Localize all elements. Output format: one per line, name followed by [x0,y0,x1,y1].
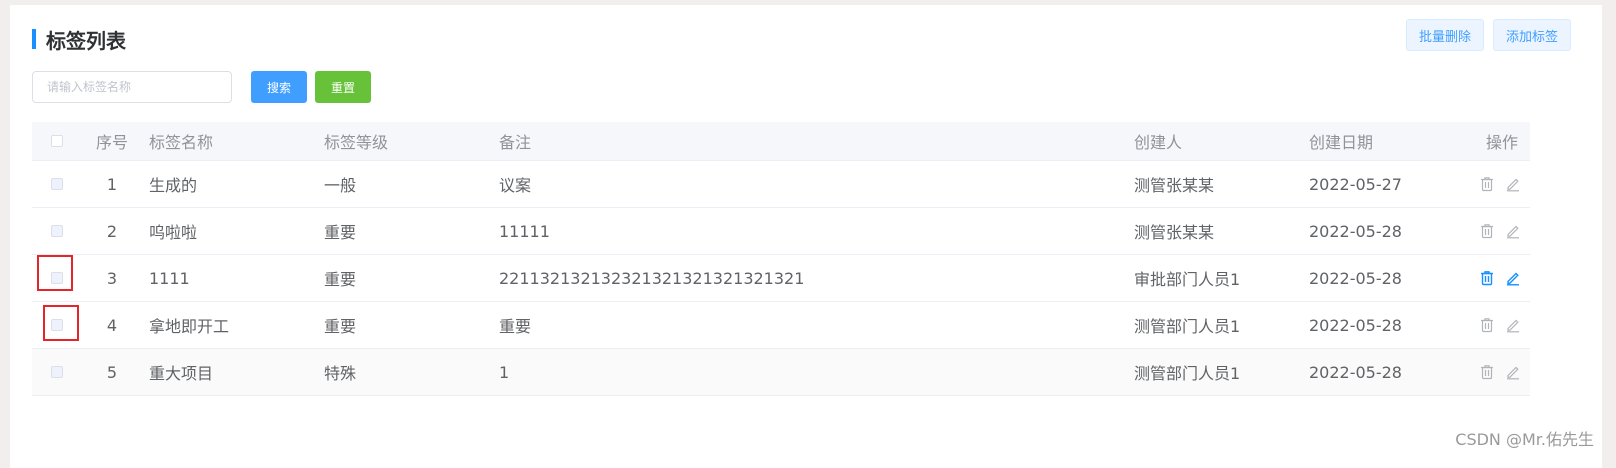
row-date: 2022-05-28 [1309,362,1402,382]
table-row: 4 拿地即开工 重要 重要 测管部门人员1 2022-05-28 [32,302,1530,349]
row-remark: 1 [499,362,510,382]
row-checkbox[interactable] [51,178,63,190]
row-name: 呜啦啦 [149,223,198,242]
header-date: 创建日期 [1309,133,1374,152]
header-ops: 操作 [1485,133,1518,152]
header-creator: 创建人 [1134,133,1183,152]
header-checkbox-cell [32,135,82,147]
main-panel: 标签列表 批量删除 添加标签 搜索 重置 序号 标签名称 标签等级 备注 创建人… [10,5,1602,468]
header-remark: 备注 [499,133,532,152]
row-date: 2022-05-28 [1309,268,1402,288]
tag-table: 序号 标签名称 标签等级 备注 创建人 创建日期 操作 1 生成的 一般 议案 … [32,122,1530,396]
row-name: 生成的 [149,176,198,195]
row-index: 2 [106,221,118,241]
search-button[interactable]: 搜索 [251,71,307,103]
pencil-icon[interactable] [1504,269,1522,287]
row-remark: 议案 [499,176,532,195]
header-index: 序号 [95,133,128,152]
row-index: 5 [106,362,118,382]
row-creator: 测管张某某 [1134,223,1215,242]
row-name: 拿地即开工 [149,317,230,336]
add-tag-button[interactable]: 添加标签 [1492,19,1571,51]
row-level: 重要 [324,270,357,289]
search-row: 搜索 重置 [32,71,371,103]
row-creator: 测管张某某 [1134,176,1215,195]
row-checkbox-cell [32,366,82,378]
top-actions: 批量删除 添加标签 [1405,19,1571,51]
table-row: 2 呜啦啦 重要 11111 测管张某某 2022-05-28 [32,208,1530,255]
row-level: 重要 [324,223,357,242]
table-row: 3 1111 重要 2211321321323213213213213213​2… [32,255,1530,302]
row-creator: 测管部门人员1 [1134,364,1241,383]
pencil-icon[interactable] [1504,175,1522,193]
table-row: 1 生成的 一般 议案 测管张某某 2022-05-27 [32,161,1530,208]
row-ops [1477,175,1530,193]
row-checkbox-cell [32,178,82,190]
row-checkbox[interactable] [51,366,63,378]
title-bar: 标签列表 [32,26,126,53]
row-index: 4 [106,315,118,335]
pencil-icon[interactable] [1504,222,1522,240]
select-all-checkbox[interactable] [51,135,63,147]
header-name: 标签名称 [149,133,214,152]
trash-icon[interactable] [1478,269,1496,287]
table-header: 序号 标签名称 标签等级 备注 创建人 创建日期 操作 [32,122,1530,161]
header-level: 标签等级 [324,133,389,152]
highlight-box-row3-checkbox [37,255,73,291]
row-ops [1477,269,1530,287]
row-creator: 测管部门人员1 [1134,317,1241,336]
row-date: 2022-05-28 [1309,315,1402,335]
row-name: 重大项目 [149,364,214,383]
trash-icon[interactable] [1478,222,1496,240]
row-index: 3 [106,268,118,288]
row-checkbox-cell [32,225,82,237]
trash-icon[interactable] [1478,316,1496,334]
row-ops [1477,363,1530,381]
row-remark: 11111 [499,221,550,241]
row-creator: 审批部门人员1 [1134,270,1241,289]
row-ops [1477,222,1530,240]
row-remark: 2211321321323213213213213213​21 [499,268,805,288]
row-date: 2022-05-27 [1309,174,1402,194]
trash-icon[interactable] [1478,363,1496,381]
row-remark: 重要 [499,317,532,336]
highlight-box-row4-checkbox [43,305,79,341]
row-level: 一般 [324,176,357,195]
row-level: 特殊 [324,364,357,383]
title-accent-bar [32,29,36,49]
row-index: 1 [106,174,118,194]
row-name: 1111 [149,268,190,288]
tag-name-search-input[interactable] [32,71,232,103]
pencil-icon[interactable] [1504,316,1522,334]
row-date: 2022-05-28 [1309,221,1402,241]
pencil-icon[interactable] [1504,363,1522,381]
watermark: CSDN @Mr.佑先生 [1455,430,1594,449]
reset-button[interactable]: 重置 [315,71,371,103]
page-title: 标签列表 [46,28,126,53]
row-level: 重要 [324,317,357,336]
row-ops [1477,316,1530,334]
trash-icon[interactable] [1478,175,1496,193]
batch-delete-button[interactable]: 批量删除 [1405,19,1484,51]
table-row: 5 重大项目 特殊 1 测管部门人员1 2022-05-28 [32,349,1530,396]
row-checkbox[interactable] [51,225,63,237]
